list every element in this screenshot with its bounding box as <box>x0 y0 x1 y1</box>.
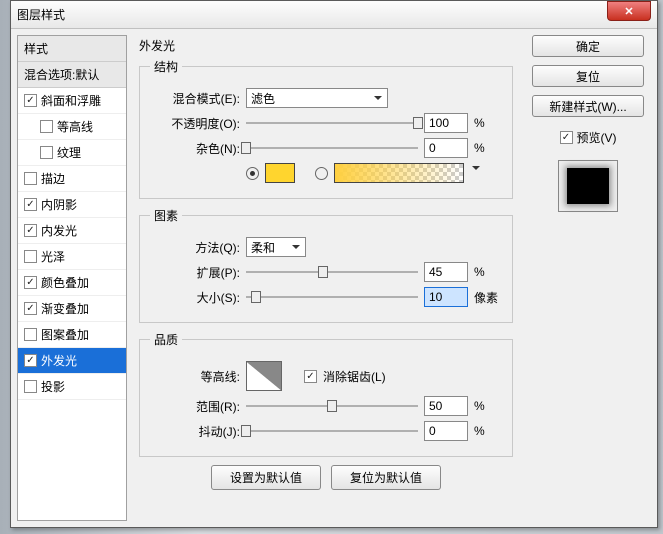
sidebar-item-label: 投影 <box>41 378 65 395</box>
title-bar: 图层样式 ✕ <box>11 1 657 29</box>
structure-legend: 结构 <box>150 58 182 75</box>
jitter-slider[interactable] <box>246 422 418 440</box>
antialias-label: 消除锯齿(L) <box>323 368 386 385</box>
size-input[interactable]: 10 <box>424 287 468 307</box>
sidebar-item-8[interactable]: 渐变叠加 <box>18 296 126 322</box>
sidebar-checkbox[interactable] <box>24 328 37 341</box>
noise-input[interactable]: 0 <box>424 138 468 158</box>
sidebar-item-5[interactable]: 内发光 <box>18 218 126 244</box>
right-panel: 确定 复位 新建样式(W)... 预览(V) <box>525 35 651 521</box>
sidebar-item-2[interactable]: 纹理 <box>18 140 126 166</box>
sidebar-header[interactable]: 样式 <box>18 36 126 62</box>
gradient-picker[interactable] <box>334 163 464 183</box>
sidebar-checkbox[interactable] <box>40 146 53 159</box>
sidebar-checkbox[interactable] <box>24 302 37 315</box>
sidebar-checkbox[interactable] <box>24 198 37 211</box>
size-slider[interactable] <box>246 288 418 306</box>
layer-style-dialog: 图层样式 ✕ 样式 混合选项:默认 斜面和浮雕等高线纹理描边内阴影内发光光泽颜色… <box>10 0 658 528</box>
noise-label: 杂色(N): <box>150 140 240 157</box>
sidebar-item-7[interactable]: 颜色叠加 <box>18 270 126 296</box>
opacity-input[interactable]: 100 <box>424 113 468 133</box>
reset-button[interactable]: 复位 <box>532 65 644 87</box>
jitter-input[interactable]: 0 <box>424 421 468 441</box>
jitter-label: 抖动(J): <box>150 423 240 440</box>
size-unit: 像素 <box>474 289 502 306</box>
chevron-down-icon <box>472 166 480 174</box>
close-button[interactable]: ✕ <box>607 1 651 21</box>
quality-group: 品质 等高线: 消除锯齿(L) 范围(R): 50 % 抖动(J): 0 % <box>139 331 513 457</box>
sidebar-checkbox[interactable] <box>24 224 37 237</box>
opacity-label: 不透明度(O): <box>150 115 240 132</box>
sidebar-checkbox[interactable] <box>24 354 37 367</box>
preview-checkbox[interactable] <box>560 131 573 144</box>
range-input[interactable]: 50 <box>424 396 468 416</box>
noise-unit: % <box>474 141 502 155</box>
close-icon: ✕ <box>624 5 633 18</box>
spread-input[interactable]: 45 <box>424 262 468 282</box>
reset-default-button[interactable]: 复位为默认值 <box>331 465 441 490</box>
quality-legend: 品质 <box>150 331 182 348</box>
set-default-button[interactable]: 设置为默认值 <box>211 465 321 490</box>
sidebar-item-11[interactable]: 投影 <box>18 374 126 400</box>
contour-picker[interactable] <box>246 361 282 391</box>
sidebar-item-label: 纹理 <box>57 144 81 161</box>
range-slider[interactable] <box>246 397 418 415</box>
sidebar-checkbox[interactable] <box>24 172 37 185</box>
opacity-unit: % <box>474 116 502 130</box>
element-legend: 图素 <box>150 207 182 224</box>
sidebar-item-label: 渐变叠加 <box>41 300 89 317</box>
sidebar-item-label: 颜色叠加 <box>41 274 89 291</box>
sidebar-item-1[interactable]: 等高线 <box>18 114 126 140</box>
sidebar-checkbox[interactable] <box>24 250 37 263</box>
sidebar-checkbox[interactable] <box>40 120 53 133</box>
sidebar-item-3[interactable]: 描边 <box>18 166 126 192</box>
sidebar-item-label: 光泽 <box>41 248 65 265</box>
jitter-unit: % <box>474 424 502 438</box>
sidebar-item-10[interactable]: 外发光 <box>18 348 126 374</box>
sidebar-item-9[interactable]: 图案叠加 <box>18 322 126 348</box>
sidebar-item-label: 描边 <box>41 170 65 187</box>
color-radio[interactable] <box>246 167 259 180</box>
ok-button[interactable]: 确定 <box>532 35 644 57</box>
dialog-title: 图层样式 <box>17 6 65 23</box>
preview-label: 预览(V) <box>577 129 617 146</box>
preview-swatch <box>567 168 609 204</box>
new-style-button[interactable]: 新建样式(W)... <box>532 95 644 117</box>
element-group: 图素 方法(Q): 柔和 扩展(P): 45 % 大小(S): 10 像素 <box>139 207 513 323</box>
method-label: 方法(Q): <box>150 239 240 256</box>
sidebar-item-label: 等高线 <box>57 118 93 135</box>
structure-group: 结构 混合模式(E): 滤色 不透明度(O): 100 % 杂色(N): 0 % <box>139 58 513 199</box>
sidebar-item-label: 内阴影 <box>41 196 77 213</box>
preview-box <box>558 160 618 212</box>
blend-mode-select[interactable]: 滤色 <box>246 88 388 108</box>
color-swatch[interactable] <box>265 163 295 183</box>
sidebar-item-0[interactable]: 斜面和浮雕 <box>18 88 126 114</box>
noise-slider[interactable] <box>246 139 418 157</box>
blend-mode-label: 混合模式(E): <box>150 90 240 107</box>
sidebar-item-label: 内发光 <box>41 222 77 239</box>
sidebar-item-label: 斜面和浮雕 <box>41 92 101 109</box>
spread-slider[interactable] <box>246 263 418 281</box>
method-select[interactable]: 柔和 <box>246 237 306 257</box>
size-label: 大小(S): <box>150 289 240 306</box>
sidebar-blend-header[interactable]: 混合选项:默认 <box>18 62 126 88</box>
antialias-checkbox[interactable] <box>304 370 317 383</box>
sidebar-checkbox[interactable] <box>24 380 37 393</box>
sidebar-item-6[interactable]: 光泽 <box>18 244 126 270</box>
sidebar-item-label: 图案叠加 <box>41 326 89 343</box>
sidebar-checkbox[interactable] <box>24 276 37 289</box>
contour-label: 等高线: <box>150 368 240 385</box>
opacity-slider[interactable] <box>246 114 418 132</box>
range-unit: % <box>474 399 502 413</box>
main-panel: 外发光 结构 混合模式(E): 滤色 不透明度(O): 100 % 杂色(N):… <box>133 35 519 521</box>
gradient-radio[interactable] <box>315 167 328 180</box>
style-sidebar: 样式 混合选项:默认 斜面和浮雕等高线纹理描边内阴影内发光光泽颜色叠加渐变叠加图… <box>17 35 127 521</box>
spread-unit: % <box>474 265 502 279</box>
range-label: 范围(R): <box>150 398 240 415</box>
panel-title: 外发光 <box>139 37 513 54</box>
sidebar-item-4[interactable]: 内阴影 <box>18 192 126 218</box>
sidebar-item-label: 外发光 <box>41 352 77 369</box>
spread-label: 扩展(P): <box>150 264 240 281</box>
sidebar-checkbox[interactable] <box>24 94 37 107</box>
